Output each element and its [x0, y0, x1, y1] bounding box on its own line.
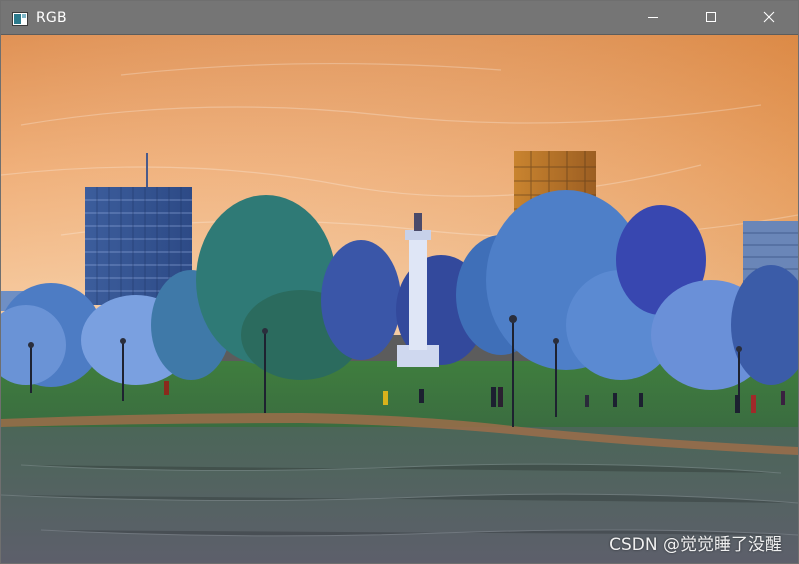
- maximize-icon: [705, 8, 717, 27]
- app-window-icon: [12, 11, 28, 26]
- watermark: CSDN @觉觉睡了没醒: [609, 535, 782, 555]
- image-display: CSDN @觉觉睡了没醒: [1, 35, 798, 563]
- close-button[interactable]: [740, 1, 798, 34]
- close-icon: [763, 8, 775, 27]
- minimize-button[interactable]: [624, 1, 682, 34]
- window-controls: [624, 1, 798, 34]
- maximize-button[interactable]: [682, 1, 740, 34]
- title-bar[interactable]: RGB: [1, 1, 798, 34]
- minimize-icon: [647, 8, 659, 27]
- app-window: RGB CSDN @觉觉睡了没醒: [0, 0, 799, 564]
- park-photo: [1, 35, 798, 563]
- window-title: RGB: [36, 9, 67, 26]
